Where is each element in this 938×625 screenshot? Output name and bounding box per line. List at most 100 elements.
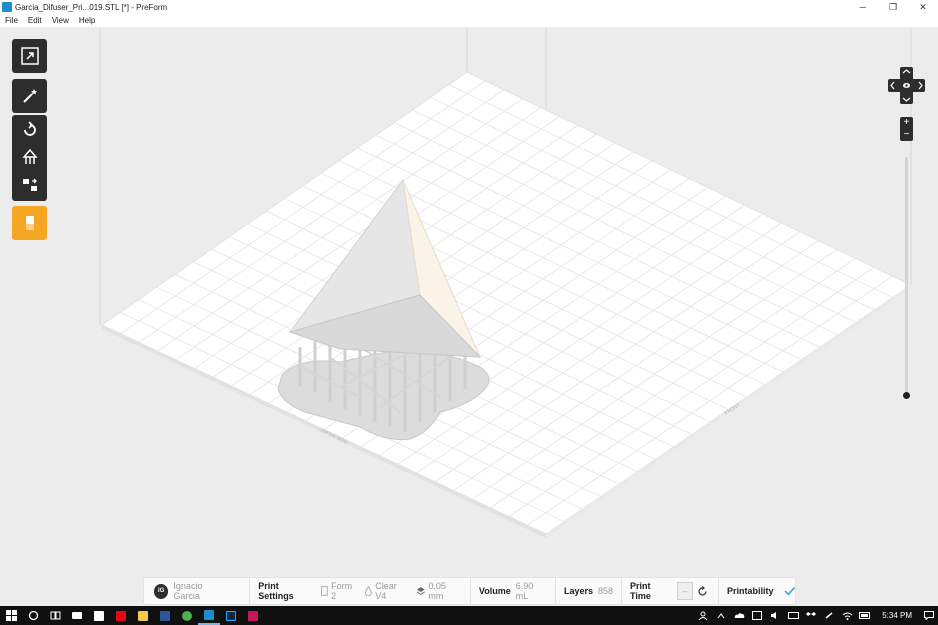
expand-icon <box>20 47 39 65</box>
layers-value: 858 <box>598 586 614 596</box>
search-icon <box>28 610 38 621</box>
store-app[interactable] <box>88 606 110 625</box>
cloud-icon <box>734 613 744 618</box>
maximize-button[interactable]: ❐ <box>878 0 908 14</box>
preform-app[interactable] <box>198 606 220 625</box>
resin-drop-icon <box>365 586 373 596</box>
print-settings-label[interactable]: Print Settings <box>258 581 314 601</box>
action-center-button[interactable] <box>920 606 938 625</box>
print-time-label: Print Time <box>630 581 651 601</box>
material-value: Clear V4 <box>375 581 397 601</box>
task-view-button[interactable] <box>44 606 66 625</box>
photoshop-icon <box>226 610 236 621</box>
user-avatar[interactable]: IG <box>154 583 169 599</box>
chrome-icon <box>182 610 192 621</box>
wifi-icon <box>842 612 853 620</box>
window-title: Garcia_Difuser_Pri...019.STL [*] - PreFo… <box>15 2 168 12</box>
volume-value: 6.90 mL <box>515 581 534 601</box>
folder-icon <box>138 610 148 621</box>
link-icon <box>825 612 833 619</box>
material-setting[interactable]: Clear V4 <box>365 581 408 601</box>
scale-view-button[interactable] <box>12 39 47 73</box>
people-icon <box>698 611 708 620</box>
refresh-icon <box>698 585 707 596</box>
title-bar: Garcia_Difuser_Pri...019.STL [*] - PreFo… <box>0 0 938 14</box>
system-tray: 5:34 PM <box>694 606 938 625</box>
toolbar-prepare <box>12 115 47 201</box>
mail-app[interactable] <box>66 606 88 625</box>
chrome-app[interactable] <box>176 606 198 625</box>
zoom-slider-handle[interactable] <box>903 392 910 399</box>
menu-file[interactable]: File <box>0 16 23 25</box>
printability-label[interactable]: Printability <box>727 586 774 596</box>
print-button[interactable] <box>12 206 47 240</box>
battery-button[interactable] <box>856 606 874 625</box>
toolbar-print <box>12 206 47 240</box>
dropbox-button[interactable] <box>802 606 820 625</box>
image-icon <box>752 611 763 620</box>
3d-viewport[interactable]: WIPER SIDE FRONT + − <box>0 27 938 575</box>
netflix-app[interactable] <box>110 606 132 625</box>
print-time-value: -- <box>677 582 693 600</box>
keyboard-icon <box>787 612 799 619</box>
word-icon <box>160 610 170 621</box>
layers-label: Layers <box>563 586 594 596</box>
clock[interactable]: 5:34 PM <box>874 611 920 620</box>
photoshop-app[interactable] <box>220 606 242 625</box>
windows-taskbar: 5:34 PM <box>0 606 938 625</box>
minimize-button[interactable]: ─ <box>848 0 878 14</box>
toolbar-wand <box>12 79 47 113</box>
dropbox-icon <box>806 612 817 616</box>
orientation-button[interactable] <box>12 115 47 143</box>
printer-setting[interactable]: Form 2 <box>321 581 358 601</box>
onedrive-button[interactable] <box>730 606 748 625</box>
chevron-up-icon <box>717 612 725 618</box>
view-navigation-control[interactable] <box>888 67 925 104</box>
layout-icon <box>22 178 37 191</box>
notification-icon <box>924 611 934 620</box>
file-explorer-app[interactable] <box>132 606 154 625</box>
start-button[interactable] <box>0 606 22 625</box>
divider <box>469 577 471 605</box>
network-button[interactable] <box>820 606 838 625</box>
job-status-bar: IG Ignacio Garcia Print Settings Form 2 … <box>143 577 796 605</box>
navigation-arrows-icon <box>888 67 925 104</box>
search-button[interactable] <box>22 606 44 625</box>
menu-edit[interactable]: Edit <box>23 16 47 25</box>
menu-view[interactable]: View <box>47 16 74 25</box>
toolbar-view <box>12 39 47 73</box>
keyboard-button[interactable] <box>784 606 802 625</box>
other-app[interactable] <box>242 606 264 625</box>
zoom-slider-track[interactable] <box>905 157 908 396</box>
supports-button[interactable] <box>12 143 47 171</box>
refresh-print-time-button[interactable] <box>695 582 710 600</box>
people-button[interactable] <box>694 606 712 625</box>
layer-height-value: 0.05 mm <box>428 581 446 601</box>
zoom-in-button[interactable]: + <box>904 118 910 128</box>
zoom-control: + − <box>900 117 913 141</box>
layout-button[interactable] <box>12 171 47 199</box>
magic-wand-icon <box>22 89 37 103</box>
check-icon <box>783 587 795 596</box>
layers-icon <box>416 587 425 595</box>
photos-button[interactable] <box>748 606 766 625</box>
store-icon <box>94 610 104 621</box>
close-button[interactable]: ✕ <box>908 0 938 14</box>
divider <box>621 577 623 605</box>
menu-help[interactable]: Help <box>74 16 100 25</box>
battery-icon <box>859 612 871 619</box>
wifi-button[interactable] <box>838 606 856 625</box>
zoom-out-button[interactable]: − <box>904 130 910 140</box>
print-icon <box>25 216 34 230</box>
tray-chevron[interactable] <box>712 606 730 625</box>
word-app[interactable] <box>154 606 176 625</box>
preform-app-icon <box>2 2 12 12</box>
app-icon <box>248 610 258 621</box>
volume-button[interactable] <box>766 606 784 625</box>
divider <box>718 577 719 605</box>
magic-wand-button[interactable] <box>12 79 47 113</box>
user-name[interactable]: Ignacio Garcia <box>173 581 229 601</box>
layer-height-setting[interactable]: 0.05 mm <box>416 581 462 601</box>
build-platform-scene: WIPER SIDE FRONT <box>99 27 912 538</box>
divider <box>555 577 556 605</box>
